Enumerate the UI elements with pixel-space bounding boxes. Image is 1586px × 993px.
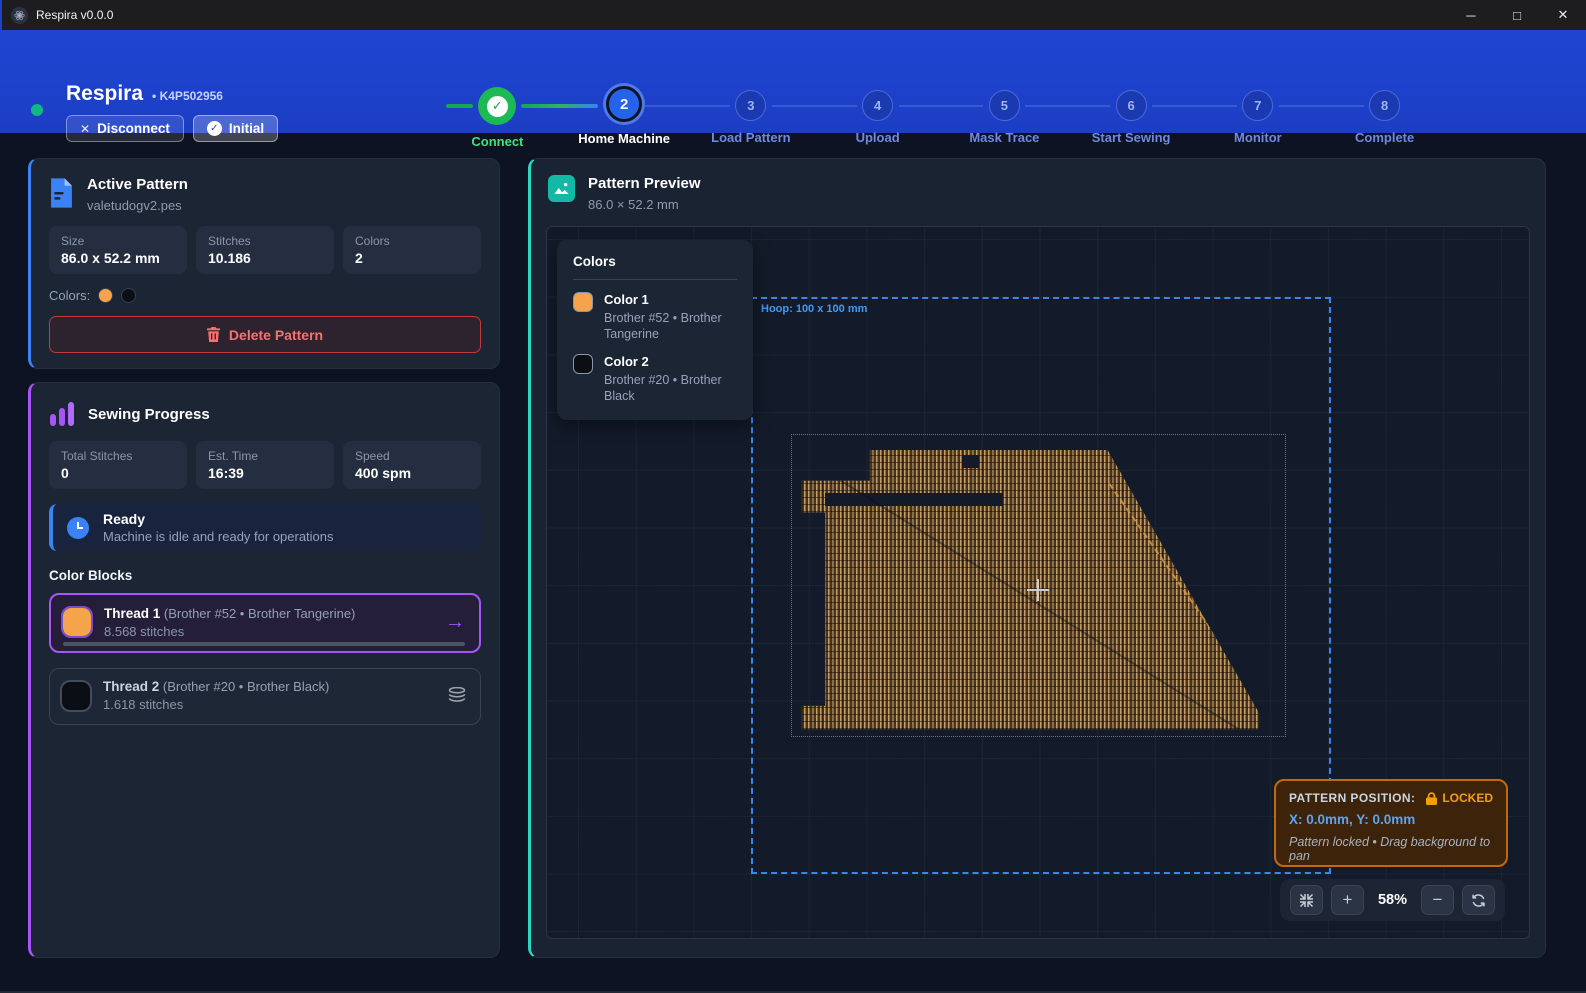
active-pattern-card: Active Pattern valetudogv2.pes Size 86.0… — [28, 158, 500, 369]
fit-to-screen-button[interactable] — [1290, 885, 1323, 915]
stat-est-time: Est. Time 16:39 — [196, 441, 334, 489]
pattern-filename: valetudogv2.pes — [87, 198, 188, 213]
card-title: Active Pattern — [87, 176, 188, 193]
stat-colors: Colors 2 — [343, 226, 481, 274]
status-description: Machine is idle and ready for operations — [103, 529, 334, 544]
hoop-label: Hoop: 100 x 100 mm — [761, 303, 867, 315]
step-upload[interactable]: 4 Upload — [814, 87, 941, 149]
machine-status-banner: Ready Machine is idle and ready for oper… — [49, 504, 481, 551]
pattern-dimensions: 86.0 × 52.2 mm — [588, 197, 701, 212]
minimize-button[interactable]: ─ — [1448, 0, 1494, 30]
status-title: Ready — [103, 511, 334, 527]
document-icon — [49, 178, 74, 213]
stat-total-stitches: Total Stitches 0 — [49, 441, 187, 489]
zoom-out-button[interactable]: − — [1421, 885, 1454, 915]
legend-item-color1: Color 1 Brother #52 • Brother Tangerine — [573, 292, 737, 342]
pattern-notch — [825, 493, 1003, 506]
pattern-position-overlay: PATTERN POSITION: LOCKED X: 0.0mm, Y: 0.… — [1274, 779, 1508, 867]
step-load-pattern[interactable]: 3 Load Pattern — [688, 87, 815, 149]
legend-swatch-orange — [573, 292, 593, 312]
locked-badge: LOCKED — [1426, 791, 1493, 805]
image-icon — [548, 175, 575, 202]
step-number: 8 — [1369, 90, 1400, 121]
workflow-stepper: ✓ Connect 2 Home Machine 3 Load Pattern … — [434, 87, 1448, 149]
sewing-progress-card: Sewing Progress Total Stitches 0 Est. Ti… — [28, 382, 500, 958]
disconnect-button[interactable]: ✕ Disconnect — [66, 115, 184, 142]
step-number: 4 — [862, 90, 893, 121]
center-crosshair-icon — [1027, 579, 1049, 601]
stat-stitches: Stitches 10.186 — [196, 226, 334, 274]
colors-label: Colors: — [49, 288, 90, 303]
check-icon: ✓ — [487, 96, 508, 117]
stat-size: Size 86.0 x 52.2 mm — [49, 226, 187, 274]
arrow-right-icon: → — [445, 611, 465, 634]
layers-icon — [448, 687, 466, 704]
step-monitor[interactable]: 7 Monitor — [1195, 87, 1322, 149]
step-number: 6 — [1116, 90, 1147, 121]
maximize-button[interactable]: □ — [1494, 0, 1540, 30]
step-number: 3 — [735, 90, 766, 121]
color-swatch-orange — [98, 288, 113, 303]
app-icon — [11, 7, 28, 24]
titlebar: Respira v0.0.0 ─ □ ✕ — [0, 0, 1586, 30]
trash-icon — [207, 327, 220, 342]
close-icon: ✕ — [80, 122, 90, 136]
pattern-preview-card: Pattern Preview 86.0 × 52.2 mm Hoop: 100… — [528, 158, 1546, 958]
delete-pattern-button[interactable]: Delete Pattern — [49, 316, 481, 353]
check-circle-icon: ✓ — [207, 121, 222, 136]
step-number: 2 — [606, 86, 642, 122]
app-header: Respira • K4P502956 ✕ Disconnect ✓ Initi… — [0, 30, 1586, 133]
card-title: Pattern Preview — [588, 175, 701, 192]
legend-swatch-black — [573, 354, 593, 374]
zoom-controls: + 58% − — [1280, 879, 1505, 921]
legend-item-color2: Color 2 Brother #20 • Brother Black — [573, 354, 737, 404]
lock-icon — [1426, 792, 1437, 805]
colors-legend: Colors Color 1 Brother #52 • Brother Tan… — [557, 240, 753, 420]
step-complete[interactable]: 8 Complete — [1321, 87, 1448, 149]
card-title: Sewing Progress — [88, 406, 210, 423]
thread-swatch — [63, 608, 91, 636]
bar-chart-icon — [49, 400, 75, 428]
step-complete-circle: ✓ — [478, 87, 516, 125]
thread-block-2[interactable]: Thread 2 (Brother #20 • Brother Black) 1… — [49, 668, 481, 725]
color-swatch-black — [121, 288, 136, 303]
thread-swatch — [62, 682, 90, 710]
color-blocks-heading: Color Blocks — [31, 568, 499, 583]
reset-view-button[interactable] — [1462, 885, 1495, 915]
machine-serial: • K4P502956 — [152, 89, 223, 103]
step-number: 5 — [989, 90, 1020, 121]
position-coordinates: X: 0.0mm, Y: 0.0mm — [1289, 812, 1493, 827]
jump-stitch-line — [1108, 483, 1268, 710]
pattern-notch — [962, 455, 979, 468]
app-name: Respira — [66, 82, 143, 106]
window-title: Respira v0.0.0 — [36, 8, 113, 22]
clock-icon — [67, 517, 89, 539]
close-button[interactable]: ✕ — [1540, 0, 1586, 30]
preview-canvas[interactable]: Hoop: 100 x 100 mm Colors Color 1 Brothe… — [546, 226, 1530, 939]
zoom-level: 58% — [1372, 892, 1413, 908]
thread-block-1[interactable]: Thread 1 (Brother #52 • Brother Tangerin… — [49, 593, 481, 653]
step-connect[interactable]: ✓ Connect — [434, 87, 561, 149]
position-hint: Pattern locked • Drag background to pan — [1289, 835, 1493, 863]
zoom-in-button[interactable]: + — [1331, 885, 1364, 915]
initial-button[interactable]: ✓ Initial — [193, 115, 278, 142]
step-mask-trace[interactable]: 5 Mask Trace — [941, 87, 1068, 149]
step-number: 7 — [1242, 90, 1273, 121]
connection-status-dot — [31, 104, 43, 116]
stat-speed: Speed 400 spm — [343, 441, 481, 489]
step-home-machine[interactable]: 2 Home Machine — [561, 87, 688, 149]
step-start-sewing[interactable]: 6 Start Sewing — [1068, 87, 1195, 149]
thread-progress-track — [63, 642, 465, 646]
